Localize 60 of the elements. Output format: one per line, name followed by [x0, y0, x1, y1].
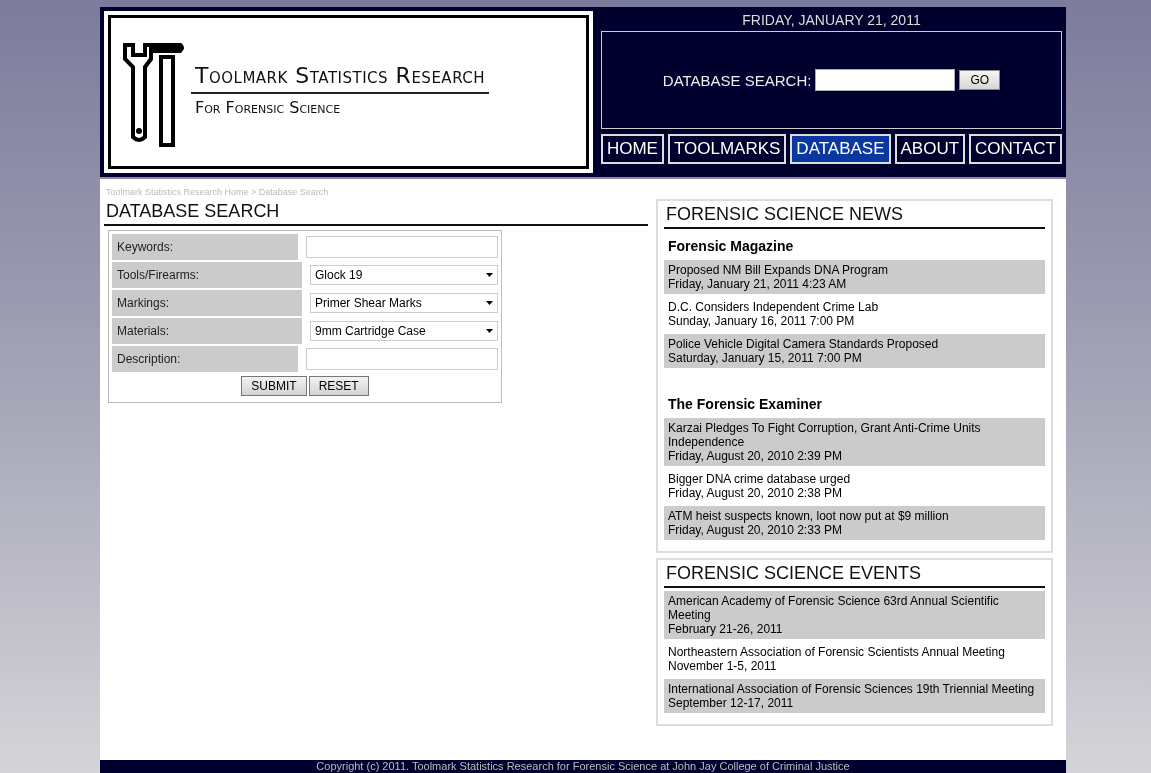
news-item[interactable]: Karzai Pledges To Fight Corruption, Grant Anti-Crime Units Independence Friday, August 20, 2010 2:39 PM [664, 418, 1045, 466]
item-date: Friday, August 20, 2010 2:39 PM [668, 449, 843, 463]
item-date: Friday, January 21, 2011 4:23 AM [668, 277, 848, 291]
input-field[interactable] [306, 348, 498, 370]
section-heading: FORENSIC SCIENCE NEWS [664, 204, 1045, 229]
logo[interactable]: Toolmark Statistics Research For Forensic Science [108, 15, 589, 169]
nav-tab[interactable]: ABOUT [894, 134, 966, 164]
logo-title: Toolmark Statistics Research [191, 63, 490, 94]
logo-subtitle: For Forensic Science [194, 97, 342, 119]
item-date: February 21-26, 2011 [668, 622, 784, 636]
news-item[interactable]: Northeastern Association of Forensic Scientists Annual Meeting November 1-5, 2011 [664, 642, 1045, 676]
item-date: November 1-5, 2011 [668, 659, 778, 673]
dropdown[interactable]: Glock 19 [310, 265, 498, 285]
news-item[interactable]: International Association of Forensic Sciences 19th Triennial Meeting September 12-17, 2011 [664, 679, 1045, 713]
item-date: September 12-17, 2011 [668, 696, 795, 710]
search-field[interactable] [815, 69, 956, 91]
go-button[interactable]: GO [959, 70, 1001, 90]
input-field[interactable] [306, 236, 498, 258]
section-heading: DATABASE SEARCH [104, 201, 648, 226]
caret-icon [486, 273, 493, 277]
news-item[interactable]: ATM heist suspects known, loot now put at $9 million Friday, August 20, 2010 2:33 PM [664, 506, 1045, 540]
news-item[interactable]: Bigger DNA crime database urged Friday, August 20, 2010 2:38 PM [664, 469, 1045, 503]
field-label: Keywords: [112, 234, 298, 260]
caret-icon [486, 301, 493, 305]
caret-icon [486, 329, 493, 333]
item-title[interactable]: American Academy of Forensic Science 63rd Annual Scientific Meeting [668, 594, 1041, 622]
section-heading: FORENSIC SCIENCE EVENTS [664, 563, 1045, 588]
dropdown[interactable]: 9mm Cartridge Case [310, 321, 498, 341]
news-item[interactable]: Police Vehicle Digital Camera Standards Proposed Saturday, January 15, 2011 7:00 PM [664, 334, 1045, 368]
form-button[interactable]: RESET [308, 376, 369, 396]
footer-text: Copyright (c) 2011. Toolmark Statistics Research for Forensic Science at John Jay College of Criminal Justice [100, 760, 1066, 773]
item-date: Friday, August 20, 2010 2:38 PM [668, 486, 843, 500]
nav-tab[interactable]: HOME [600, 134, 664, 164]
item-title[interactable]: Proposed NM Bill Expands DNA Program [668, 263, 1041, 277]
form-button[interactable]: SUBMIT [241, 376, 307, 396]
field-label: Description: [112, 346, 298, 372]
date-text: FRIDAY, JANUARY 21, 2011 [741, 11, 922, 30]
news-item[interactable]: D.C. Considers Independent Crime Lab Sunday, January 16, 2011 7:00 PM [664, 297, 1045, 331]
news-item[interactable]: American Academy of Forensic Science 63rd Annual Scientific Meeting February 21-26, 2011 [664, 591, 1045, 639]
item-date: Friday, August 20, 2010 2:33 PM [668, 523, 843, 537]
item-title[interactable]: International Association of Forensic Sciences 19th Triennial Meeting [668, 682, 1041, 696]
item-title[interactable]: Bigger DNA crime database urged [668, 472, 1041, 486]
nav-tab[interactable]: CONTACT [969, 134, 1062, 164]
item-title[interactable]: ATM heist suspects known, loot now put at $9 million [668, 509, 1041, 523]
item-title[interactable]: Karzai Pledges To Fight Corruption, Grant Anti-Crime Units Independence [668, 421, 1041, 449]
item-title[interactable]: D.C. Considers Independent Crime Lab [668, 300, 1041, 314]
nav-tab[interactable]: DATABASE [790, 134, 891, 164]
item-title[interactable]: Northeastern Association of Forensic Scientists Annual Meeting [668, 645, 1041, 659]
nav-tab[interactable]: TOOLMARKS [667, 134, 787, 164]
news-source: The Forensic Examiner [667, 395, 824, 414]
news-source: Forensic Magazine [667, 237, 795, 256]
field-label: Markings: [112, 290, 302, 316]
news-item[interactable]: Proposed NM Bill Expands DNA Program Friday, January 21, 2011 4:23 AM [664, 260, 1045, 294]
search-label: DATABASE SEARCH: [662, 71, 812, 89]
item-date: Sunday, January 16, 2011 7:00 PM [668, 314, 856, 328]
field-label: Materials: [112, 318, 302, 344]
item-title[interactable]: Police Vehicle Digital Camera Standards Proposed [668, 337, 1041, 351]
dropdown[interactable]: Primer Shear Marks [310, 293, 498, 313]
field-label: Tools/Firearms: [112, 262, 302, 288]
item-date: Saturday, January 15, 2011 7:00 PM [668, 351, 863, 365]
